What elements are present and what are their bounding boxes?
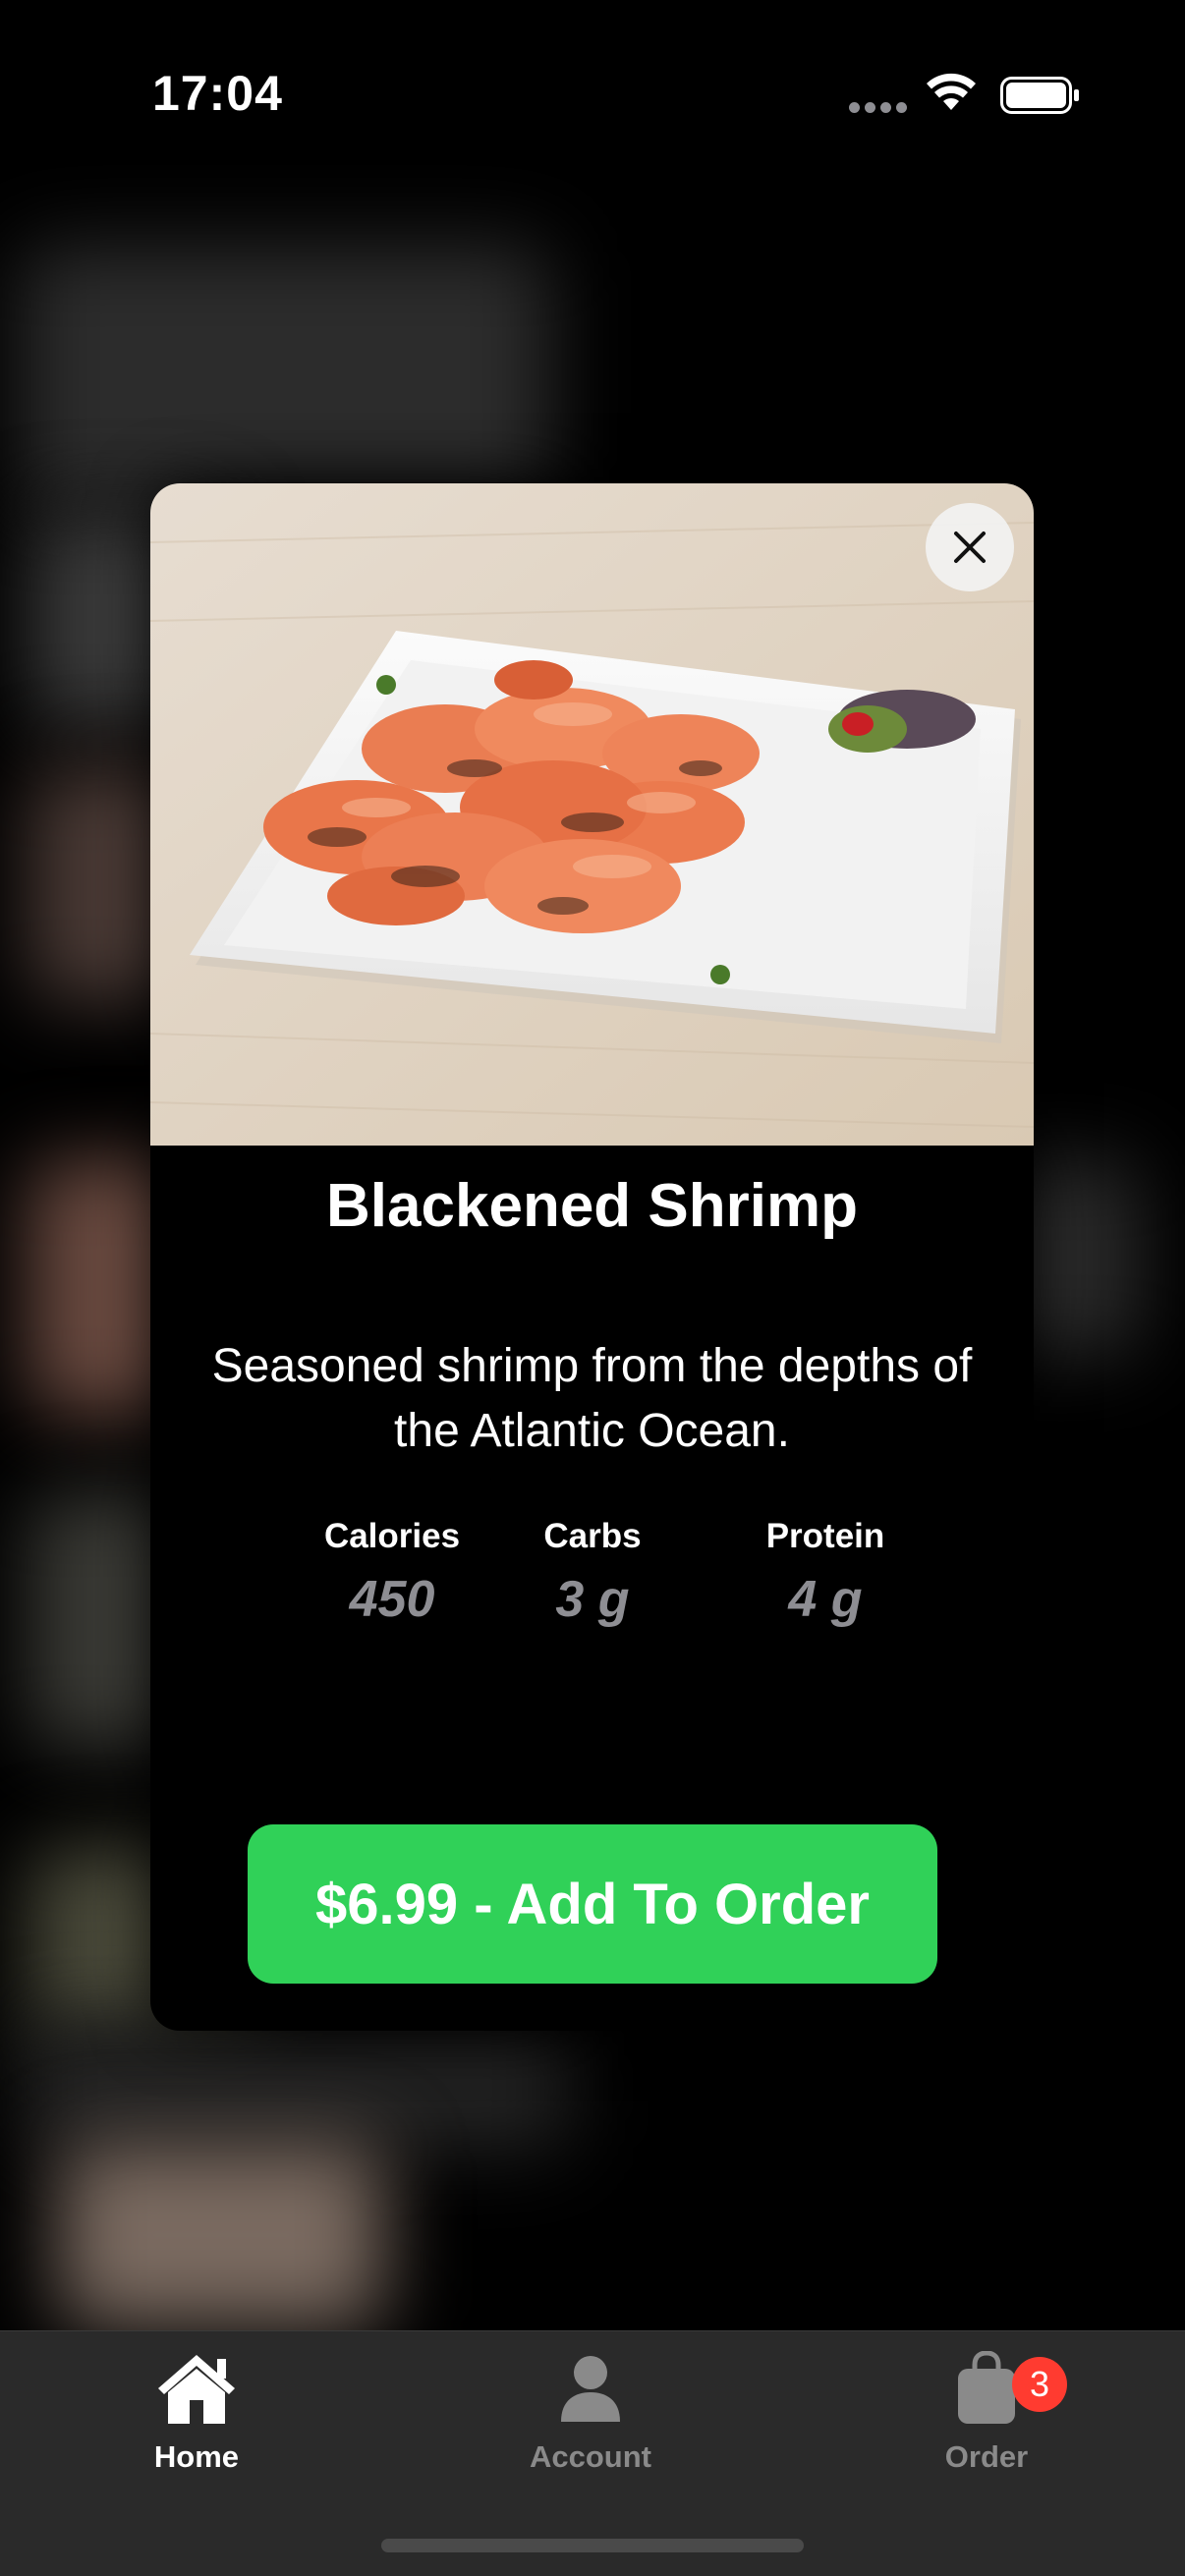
battery-icon bbox=[1000, 77, 1079, 114]
nutrition-label: Carbs bbox=[543, 1517, 642, 1555]
home-indicator[interactable] bbox=[381, 2539, 804, 2552]
status-time: 17:04 bbox=[152, 66, 283, 121]
tab-label: Account bbox=[530, 2439, 651, 2474]
app-screen: 17:04 Blackened Shrimp Seasoned shrimp f… bbox=[0, 0, 1185, 2576]
house-icon bbox=[158, 2355, 235, 2424]
tab-label: Order bbox=[944, 2439, 1029, 2474]
nutrition-value: 4 g bbox=[788, 1571, 863, 1628]
item-photo bbox=[150, 483, 1034, 1146]
nutrition-value: 3 g bbox=[555, 1571, 630, 1628]
add-to-order-button[interactable]: $6.99 - Add To Order bbox=[248, 1824, 937, 1984]
tab-home[interactable]: Home bbox=[79, 2351, 314, 2498]
tab-order[interactable]: Order 3 bbox=[869, 2351, 1104, 2498]
cellular-signal-icon bbox=[849, 102, 908, 114]
status-bar: 17:04 bbox=[0, 0, 1185, 187]
close-button[interactable] bbox=[926, 503, 1014, 591]
item-title: Blackened Shrimp bbox=[326, 1172, 858, 1240]
nutrition-protein: Protein 4 g bbox=[707, 1517, 943, 1629]
order-count-badge: 3 bbox=[1012, 2357, 1067, 2412]
nutrition-facts: Calories 450 Carbs 3 g Protein 4 g bbox=[150, 1517, 1034, 1654]
tab-label: Home bbox=[153, 2439, 240, 2474]
item-detail-modal: Blackened Shrimp Seasoned shrimp from th… bbox=[150, 483, 1034, 2031]
wifi-icon bbox=[927, 73, 976, 110]
person-icon bbox=[561, 2356, 620, 2422]
shrimp-plate-image bbox=[150, 483, 1034, 1146]
tab-account[interactable]: Account bbox=[473, 2351, 708, 2498]
nutrition-label: Protein bbox=[765, 1517, 885, 1555]
item-description: Seasoned shrimp from the depths of the A… bbox=[211, 1340, 973, 1457]
close-icon bbox=[954, 532, 986, 563]
nutrition-carbs: Carbs 3 g bbox=[475, 1517, 710, 1629]
